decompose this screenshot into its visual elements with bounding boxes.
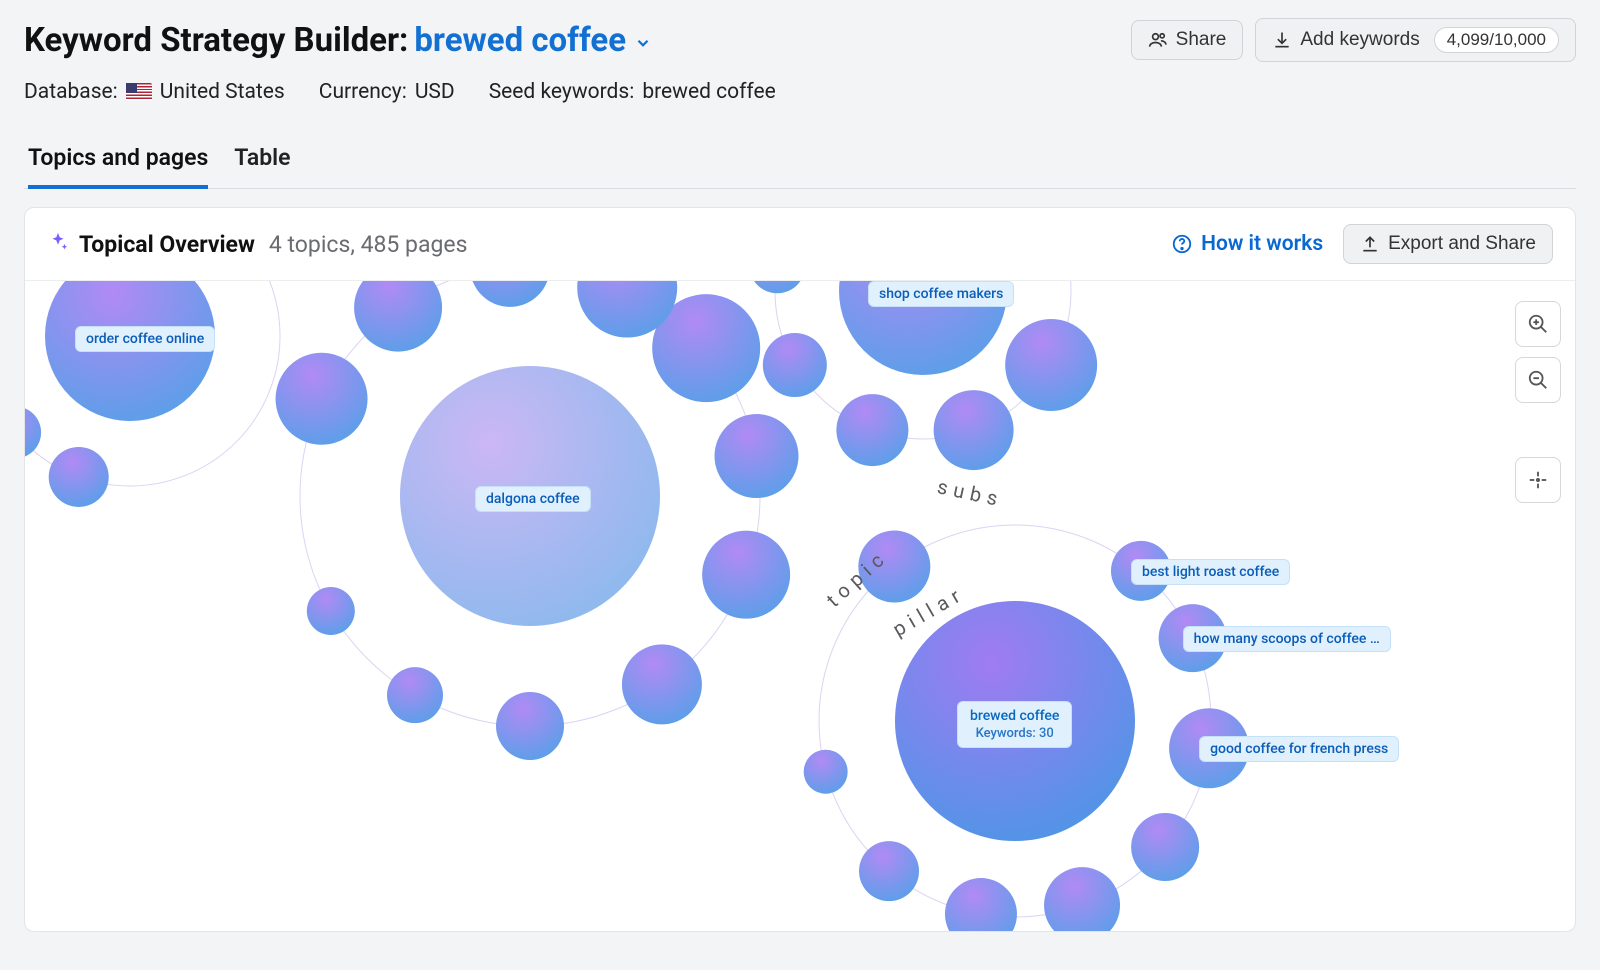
cluster-satellite[interactable] [307,587,355,635]
zoom-in-button[interactable] [1515,301,1561,347]
topical-overview-panel: Topical Overview 4 topics, 485 pages How… [24,207,1576,932]
keyword-count-pill: 4,099/10,000 [1434,27,1559,53]
cluster-satellite[interactable] [836,394,908,466]
panel-title: Topical Overview [79,231,255,258]
share-button[interactable]: Share [1131,20,1244,60]
cluster-satellite[interactable] [496,692,564,760]
share-label: Share [1176,29,1227,51]
meta-currency: Currency: USD [319,80,455,104]
cluster-satellite[interactable] [25,406,41,458]
cluster-satellite[interactable] [749,281,805,293]
satellite-label[interactable]: good coffee for french press [1199,736,1399,762]
cluster-satellite[interactable] [470,281,550,307]
cluster-label-order-coffee-online[interactable]: order coffee online [75,326,215,352]
cluster-satellite[interactable] [354,281,442,352]
zoom-out-icon [1527,369,1549,391]
meta-seed: Seed keywords: brewed coffee [489,80,776,104]
zoom-in-icon [1527,313,1549,335]
cluster-label-shop-coffee-makers[interactable]: shop coffee makers [868,281,1014,307]
zoom-out-button[interactable] [1515,357,1561,403]
cluster-satellite[interactable] [276,353,368,445]
satellite-label[interactable]: how many scoops of coffee … [1183,626,1391,652]
cluster-satellite[interactable] [763,333,827,397]
users-icon [1148,30,1168,50]
cluster-satellite[interactable] [702,531,790,619]
chevron-down-icon [634,34,652,52]
seed-keyword-text: brewed coffee [414,21,626,60]
cluster-satellite[interactable] [622,644,702,724]
meta-row: Database: United States Currency: USD Se… [24,80,1576,104]
download-icon [1272,30,1292,50]
cluster-satellite[interactable] [49,447,109,507]
seed-keyword-dropdown[interactable]: brewed coffee [414,21,652,60]
question-circle-icon [1171,233,1193,255]
flag-us-icon [126,83,152,101]
cluster-graph-svg [25,281,1575,931]
center-button[interactable] [1515,457,1561,503]
cluster-label-dalgona-coffee[interactable]: dalgona coffee [475,486,591,512]
cluster-satellite[interactable] [945,878,1017,931]
tabs: Topics and pages Table [24,144,1576,189]
upload-icon [1360,234,1380,254]
cluster-satellite[interactable] [1131,813,1199,881]
page-title: Keyword Strategy Builder: [24,21,408,60]
add-keywords-label: Add keywords [1300,29,1419,51]
add-keywords-button[interactable]: Add keywords 4,099/10,000 [1255,18,1576,62]
cluster-satellite[interactable] [387,667,443,723]
tab-table[interactable]: Table [234,144,290,189]
chart-area[interactable]: topic pillar subs order coffee onlinedal… [25,281,1575,931]
meta-database: Database: United States [24,80,285,104]
how-it-works-link[interactable]: How it works [1171,232,1323,256]
cluster-satellite[interactable] [1044,867,1120,931]
crosshair-icon [1527,469,1549,491]
cluster-satellite[interactable] [715,414,799,498]
cluster-satellite[interactable] [804,750,848,794]
tab-topics-pages[interactable]: Topics and pages [28,144,208,189]
satellite-label[interactable]: best light roast coffee [1131,559,1290,585]
cluster-satellite[interactable] [859,841,919,901]
pillar-label-brewed-coffee[interactable]: brewed coffeeKeywords: 30 [957,701,1072,748]
panel-subtitle: 4 topics, 485 pages [269,231,468,258]
sparkle-icon [47,231,69,257]
export-share-button[interactable]: Export and Share [1343,224,1553,264]
cluster-satellite[interactable] [1005,319,1097,411]
cluster-satellite[interactable] [934,390,1014,470]
